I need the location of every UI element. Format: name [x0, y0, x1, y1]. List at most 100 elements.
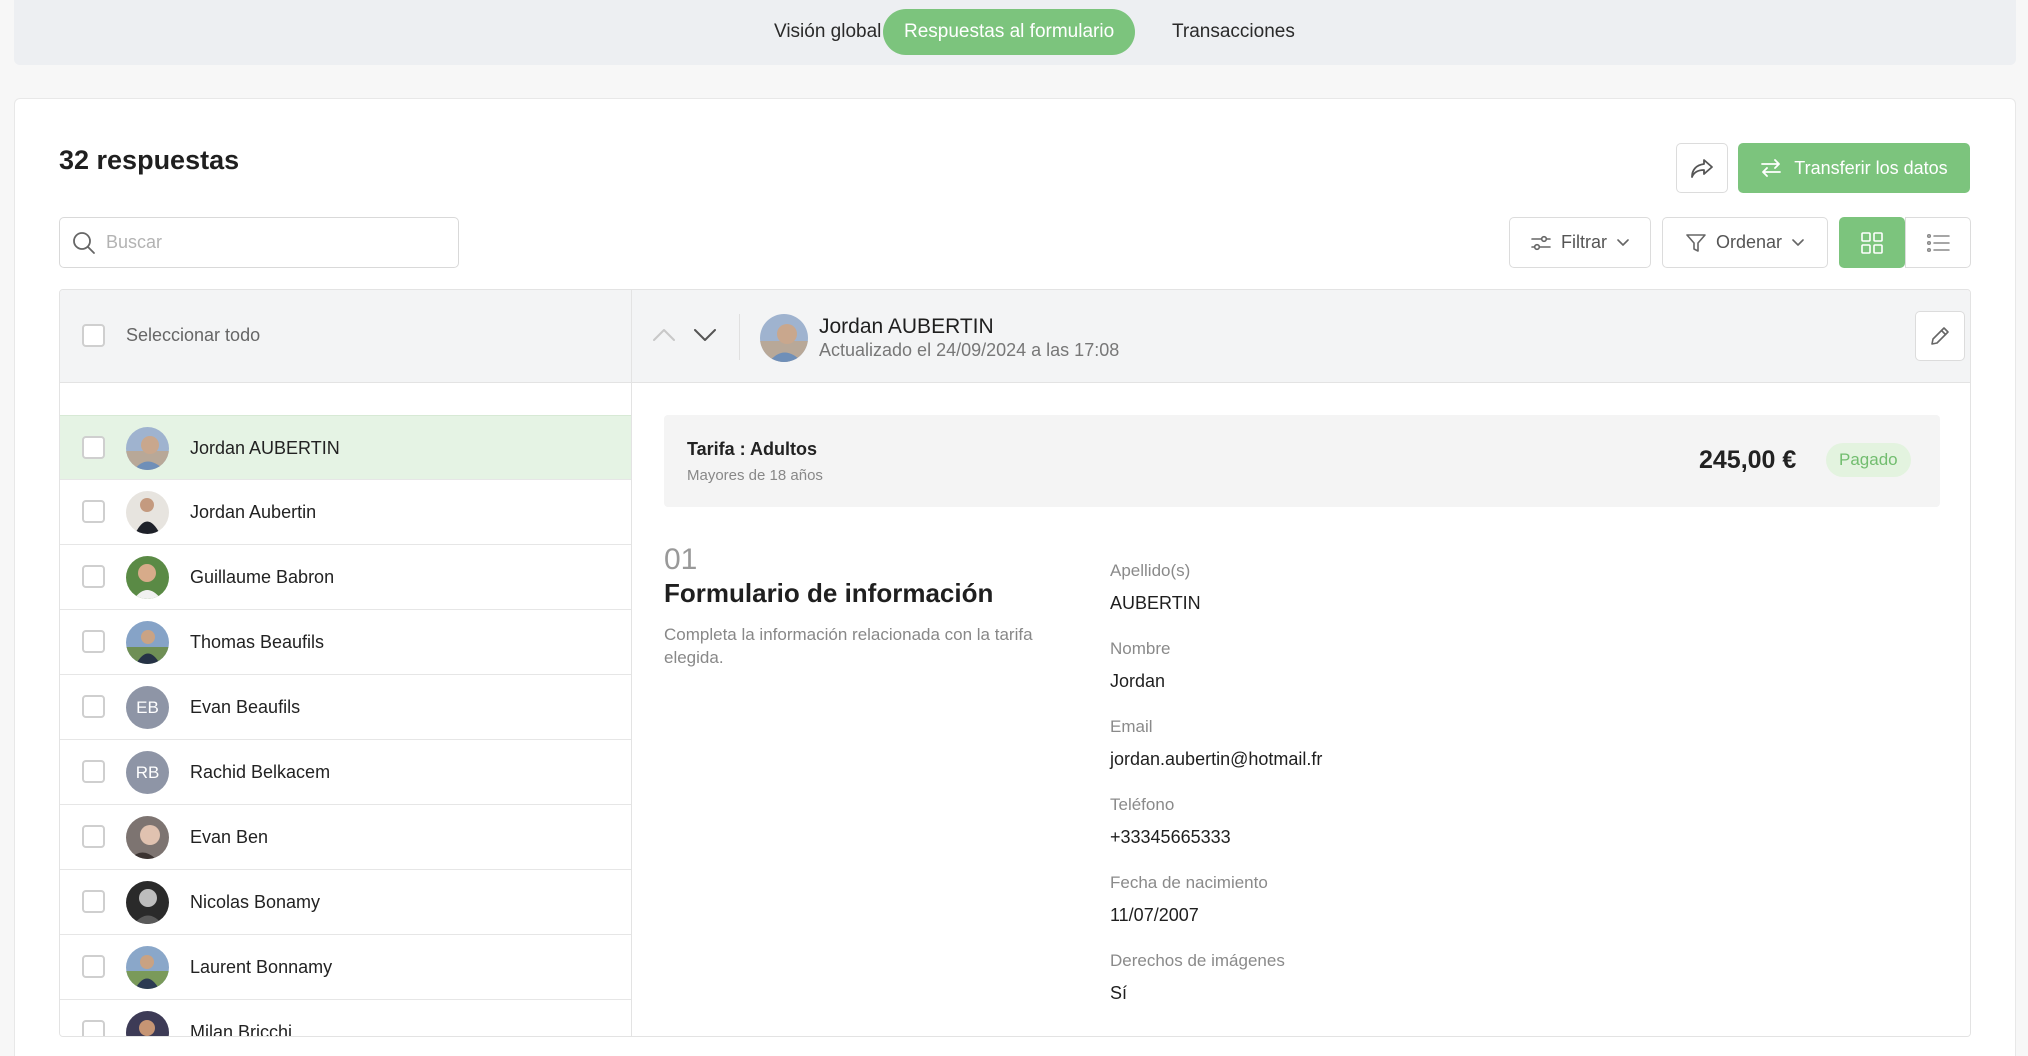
transfer-data-button[interactable]: Transferir los datos	[1738, 143, 1970, 193]
sliders-icon	[1531, 234, 1551, 252]
avatar-initials: EB	[126, 686, 169, 729]
row-checkbox[interactable]	[82, 630, 105, 653]
tariff-title: Tarifa : Adultos	[687, 439, 817, 459]
chevron-down-icon	[694, 329, 716, 341]
row-checkbox[interactable]	[82, 890, 105, 913]
field-label-nombre: Nombre	[1110, 639, 1171, 658]
field-value-nombre: Jordan	[1110, 671, 1166, 691]
row-checkbox[interactable]	[82, 760, 105, 783]
detail-updated: Actualizado el 24/09/2024 a las 17:08	[819, 340, 1120, 360]
row-name: Thomas Beaufils	[190, 632, 325, 652]
field-label-apellidos: Apellido(s)	[1110, 561, 1191, 580]
search-box	[59, 217, 459, 268]
previous-response-button[interactable]	[649, 320, 679, 350]
tariff-subtitle: Mayores de 18 años	[687, 467, 823, 484]
detail-body: Tarifa : Adultos Mayores de 18 años 245,…	[632, 383, 1970, 1036]
list-item[interactable]: Jordan Aubertin	[60, 480, 631, 545]
field-value-fecha-nacimiento: 11/07/2007	[1110, 905, 1199, 925]
row-name: Nicolas Bonamy	[190, 892, 321, 912]
detail-header: Jordan AUBERTIN Actualizado el 24/09/202…	[632, 290, 1970, 383]
field-value-email: jordan.aubertin@hotmail.fr	[1110, 749, 1323, 769]
select-all-label: Seleccionar todo	[126, 325, 261, 345]
tab-vision-global[interactable]: Visión global	[753, 9, 902, 55]
detail-name: Jordan AUBERTIN	[819, 315, 994, 338]
avatar	[126, 621, 169, 664]
sort-label: Ordenar	[1715, 232, 1783, 252]
section-title: Formulario de información	[664, 578, 994, 608]
list-item[interactable]: RB Rachid Belkacem	[60, 740, 631, 805]
grid-view-button[interactable]	[1839, 217, 1905, 268]
field-label-derechos-imagenes: Derechos de imágenes	[1110, 951, 1285, 970]
transfer-arrows-icon	[1760, 159, 1782, 177]
row-name: Evan Beaufils	[190, 697, 301, 717]
filter-button[interactable]: Filtrar	[1509, 217, 1651, 268]
avatar	[126, 946, 169, 989]
row-name: Jordan AUBERTIN	[190, 438, 340, 458]
avatar	[126, 816, 169, 859]
row-checkbox[interactable]	[82, 436, 105, 459]
list-item[interactable]: Thomas Beaufils	[60, 610, 631, 675]
field-value-derechos-imagenes: Sí	[1110, 983, 1128, 1003]
field-value-apellidos: AUBERTIN	[1110, 593, 1201, 613]
next-response-button[interactable]	[690, 320, 720, 350]
tariff-price: 245,00 €	[1699, 446, 1797, 474]
list-view-button[interactable]	[1905, 217, 1971, 268]
avatar	[126, 427, 169, 470]
list-item[interactable]: Evan Ben	[60, 805, 631, 870]
search-icon	[72, 231, 96, 255]
avatar	[126, 556, 169, 599]
row-checkbox[interactable]	[82, 500, 105, 523]
share-button[interactable]	[1676, 143, 1728, 193]
row-name: Milan Bricchi	[190, 1022, 293, 1037]
row-name: Guillaume Babron	[190, 567, 335, 587]
list-item[interactable]: EB Evan Beaufils	[60, 675, 631, 740]
row-checkbox[interactable]	[82, 955, 105, 978]
field-label-email: Email	[1110, 717, 1153, 736]
row-checkbox[interactable]	[82, 825, 105, 848]
tariff-summary: Tarifa : Adultos Mayores de 18 años 245,…	[664, 415, 1940, 507]
tab-transacciones[interactable]: Transacciones	[1151, 9, 1316, 55]
avatar	[760, 314, 808, 362]
responses-panel: Seleccionar todo Jordan AUBERTIN Jordan …	[59, 289, 1971, 1037]
avatar	[126, 881, 169, 924]
responses-card: 32 respuestas Transferir los datos Busca…	[14, 98, 2016, 1056]
top-tab-bar: Visión global Respuestas al formulario T…	[14, 0, 2016, 65]
select-all-checkbox[interactable]	[82, 324, 105, 347]
funnel-icon	[1686, 233, 1706, 253]
avatar	[126, 491, 169, 534]
row-checkbox[interactable]	[82, 695, 105, 718]
list-item[interactable]: Jordan AUBERTIN	[60, 415, 631, 480]
row-name: Evan Ben	[190, 827, 269, 847]
row-name: Rachid Belkacem	[190, 762, 331, 782]
chevron-down-icon	[1617, 238, 1629, 247]
share-icon	[1690, 157, 1714, 179]
list-item[interactable]: Laurent Bonnamy	[60, 935, 631, 1000]
header-divider	[739, 314, 740, 360]
transfer-data-label: Transferir los datos	[1794, 157, 1948, 178]
section-number: 01	[664, 543, 698, 576]
edit-button[interactable]	[1915, 311, 1965, 361]
responses-list: Jordan AUBERTIN Jordan Aubertin Guillaum…	[60, 383, 632, 1037]
row-checkbox[interactable]	[82, 1020, 105, 1036]
avatar	[126, 1011, 169, 1036]
pencil-icon	[1929, 325, 1951, 347]
sort-button[interactable]: Ordenar	[1662, 217, 1828, 268]
row-name: Laurent Bonnamy	[190, 957, 333, 977]
grid-icon	[1861, 231, 1883, 254]
list-header: Seleccionar todo	[60, 290, 632, 383]
page-title: 32 respuestas	[59, 145, 240, 175]
avatar-initials: RB	[126, 751, 169, 794]
field-label-telefono: Teléfono	[1110, 795, 1175, 814]
filter-label: Filtrar	[1561, 232, 1607, 252]
list-item[interactable]: Nicolas Bonamy	[60, 870, 631, 935]
section-description: Completa la información relacionada con …	[664, 625, 1033, 667]
list-item[interactable]: Milan Bricchi	[60, 1000, 631, 1037]
search-input[interactable]	[106, 232, 426, 253]
chevron-down-icon	[1792, 238, 1804, 247]
row-name: Jordan Aubertin	[190, 502, 317, 522]
list-item[interactable]: Guillaume Babron	[60, 545, 631, 610]
row-checkbox[interactable]	[82, 565, 105, 588]
status-badge: Pagado	[1826, 443, 1911, 477]
chevron-up-icon	[653, 329, 675, 341]
tab-respuestas-formulario[interactable]: Respuestas al formulario	[883, 9, 1136, 55]
